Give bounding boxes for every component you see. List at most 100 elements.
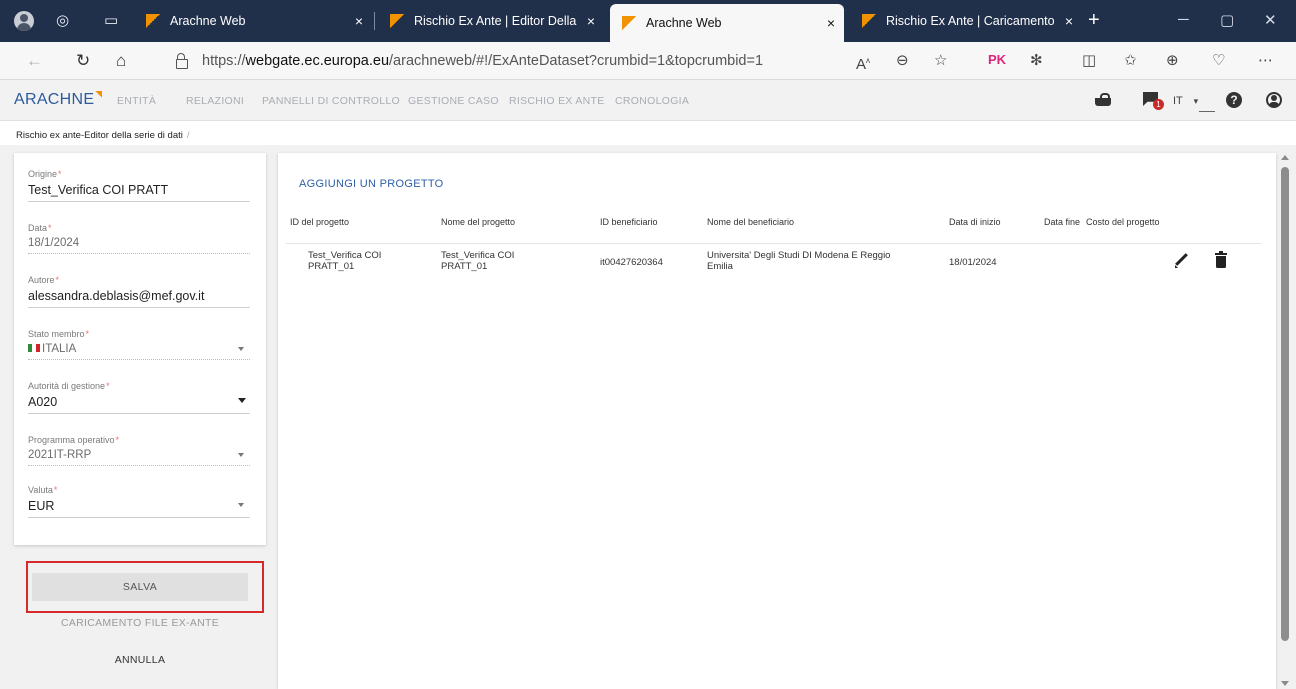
scrollbar-thumb[interactable] bbox=[1281, 167, 1289, 641]
origin-input[interactable]: Test_Verifica COI PRATT bbox=[28, 183, 250, 202]
address-bar: ← ↻ ⌂ https://webgate.ec.europa.eu/arach… bbox=[0, 42, 1296, 80]
tab-title: Arachne Web bbox=[170, 14, 246, 28]
edit-pencil-icon[interactable] bbox=[1174, 254, 1188, 268]
origin-field[interactable]: Origine* Test_Verifica COI PRATT bbox=[28, 169, 250, 202]
author-input[interactable]: alessandra.deblasis@mef.gov.it bbox=[28, 289, 250, 308]
currency-field[interactable]: Valuta* EUR bbox=[28, 485, 250, 518]
home-icon[interactable]: ⌂ bbox=[116, 51, 126, 71]
member-state-value: ITALIA bbox=[42, 343, 77, 355]
projects-card: AGGIUNGI UN PROGETTO ID del progetto Nom… bbox=[278, 153, 1276, 689]
date-input[interactable]: 18/1/2024 bbox=[28, 237, 250, 254]
author-label: Autore* bbox=[28, 275, 60, 285]
window-close-icon[interactable]: ✕ bbox=[1264, 11, 1277, 29]
author-field[interactable]: Autore* alessandra.deblasis@mef.gov.it bbox=[28, 275, 250, 308]
member-state-label: Stato membro* bbox=[28, 329, 90, 339]
split-screen-icon[interactable]: ◫ bbox=[1082, 51, 1096, 71]
save-button[interactable]: SALVA bbox=[32, 573, 248, 601]
currency-select[interactable]: EUR bbox=[28, 499, 250, 518]
add-project-button[interactable]: AGGIUNGI UN PROGETTO bbox=[299, 178, 444, 190]
menu-pannelli-di-controllo[interactable]: PANNELLI DI CONTROLLO bbox=[262, 95, 400, 107]
menu-gestione-caso[interactable]: GESTIONE CASO bbox=[408, 95, 499, 107]
managing-authority-select[interactable]: A020 bbox=[28, 395, 250, 414]
program-field[interactable]: Programma operativo* 2021IT-RRP bbox=[28, 435, 250, 466]
member-state-select[interactable]: ITALIA bbox=[28, 343, 250, 360]
profile-avatar-icon[interactable] bbox=[14, 11, 34, 31]
tab-rischio-caricamento[interactable]: Rischio Ex Ante | Caricamento F × bbox=[850, 6, 1082, 36]
tab-close-icon[interactable]: × bbox=[578, 13, 604, 29]
menu-rischio-ex-ante[interactable]: RISCHIO EX ANTE bbox=[509, 95, 605, 107]
arachne-favicon-icon bbox=[146, 14, 160, 28]
column-header-project-cost[interactable]: Costo del progetto bbox=[1086, 217, 1160, 227]
tab-rischio-editor[interactable]: Rischio Ex Ante | Editor Della Se × bbox=[378, 6, 604, 36]
breadcrumb: Rischio ex ante-Editor della serie di da… bbox=[16, 130, 190, 141]
member-state-field[interactable]: Stato membro* ITALIA bbox=[28, 329, 250, 360]
app-header: ARACHNE ENTITÀ RELAZIONI PANNELLI DI CON… bbox=[0, 80, 1296, 121]
cancel-button[interactable]: ANNULLA bbox=[14, 654, 266, 666]
breadcrumb-current[interactable]: Rischio ex ante-Editor della serie di da… bbox=[16, 130, 183, 141]
logo-tick-icon bbox=[95, 91, 103, 98]
url-host: webgate.ec.europa.eu bbox=[245, 53, 390, 69]
date-field[interactable]: Data* 18/1/2024 bbox=[28, 223, 250, 254]
form-actions: SALVA CARICAMENTO FILE EX-ANTE ANNULLA bbox=[14, 556, 266, 689]
menu-relazioni[interactable]: RELAZIONI bbox=[186, 95, 244, 107]
language-select[interactable]: IT ▾ bbox=[1173, 95, 1216, 112]
refresh-icon[interactable]: ↻ bbox=[76, 51, 90, 71]
managing-authority-field[interactable]: Autorità di gestione* A020 bbox=[28, 381, 250, 414]
upload-ex-ante-file-button[interactable]: CARICAMENTO FILE EX-ANTE bbox=[14, 617, 266, 629]
url-path: /arachneweb/#!/ExAnteDataset?crumbid=1&t… bbox=[389, 53, 764, 69]
origin-label: Origine* bbox=[28, 169, 62, 179]
url-text: https://webgate.ec.europa.eu/arachneweb/… bbox=[202, 53, 763, 69]
tab-arachne-web-1[interactable]: Arachne Web × bbox=[134, 6, 372, 36]
menu-entita[interactable]: ENTITÀ bbox=[117, 95, 156, 107]
url-field[interactable]: https://webgate.ec.europa.eu/arachneweb/… bbox=[156, 47, 860, 75]
column-header-beneficiary-name[interactable]: Nome del beneficiario bbox=[707, 217, 794, 227]
url-prefix: https:// bbox=[202, 53, 246, 69]
column-header-start-date[interactable]: Data di inizio bbox=[949, 217, 1001, 227]
menu-cronologia[interactable]: CRONOLOGIA bbox=[615, 95, 689, 107]
program-value: 2021IT-RRP bbox=[28, 449, 92, 461]
cell-project-name: Test_Verifica COI PRATT_01 bbox=[441, 250, 515, 272]
new-tab-button[interactable]: + bbox=[1088, 10, 1100, 30]
scroll-up-arrow-icon[interactable] bbox=[1281, 155, 1289, 160]
browser-tab-strip: ◎ ▭ Arachne Web × Rischio Ex Ante | Edit… bbox=[0, 0, 1296, 42]
chevron-down-icon: ▾ bbox=[1193, 96, 1199, 106]
back-icon[interactable]: ← bbox=[26, 51, 43, 71]
favorite-star-icon[interactable]: ☆ bbox=[934, 51, 947, 71]
tab-actions-icon[interactable]: ▭ bbox=[104, 12, 118, 30]
vertical-scrollbar[interactable] bbox=[1279, 153, 1291, 689]
column-header-project-name[interactable]: Nome del progetto bbox=[441, 217, 515, 227]
tab-close-icon[interactable]: × bbox=[818, 15, 844, 31]
column-header-beneficiary-id[interactable]: ID beneficiario bbox=[600, 217, 658, 227]
chevron-down-icon bbox=[238, 503, 244, 507]
program-select[interactable]: 2021IT-RRP bbox=[28, 449, 250, 466]
more-icon[interactable]: ⋯ bbox=[1258, 51, 1273, 71]
column-header-project-id[interactable]: ID del progetto bbox=[290, 217, 349, 227]
extensions-icon[interactable]: ✻ bbox=[1030, 51, 1043, 71]
collections-icon[interactable]: ⊕ bbox=[1166, 51, 1179, 71]
help-icon[interactable]: ? bbox=[1226, 92, 1242, 108]
tab-close-icon[interactable]: × bbox=[346, 13, 372, 29]
scroll-down-arrow-icon[interactable] bbox=[1281, 681, 1289, 686]
currency-label: Valuta* bbox=[28, 485, 58, 495]
health-icon[interactable]: ♡ bbox=[1212, 51, 1225, 71]
zoom-icon[interactable]: ⊖ bbox=[896, 51, 909, 71]
tab-title: Rischio Ex Ante | Editor Della Se bbox=[414, 14, 578, 28]
column-header-end-date[interactable]: Data fine bbox=[1044, 217, 1080, 227]
tab-close-icon[interactable]: × bbox=[1056, 13, 1082, 29]
tab-title: Arachne Web bbox=[646, 16, 722, 30]
favorites-icon[interactable]: ✩ bbox=[1124, 51, 1137, 71]
logo-text: ARACHNE bbox=[14, 91, 95, 108]
minimize-icon[interactable]: ─ bbox=[1178, 11, 1189, 28]
user-account-icon[interactable] bbox=[1266, 92, 1282, 108]
currency-value: EUR bbox=[28, 499, 55, 513]
profile-badge[interactable]: PK bbox=[988, 52, 1006, 67]
lock-icon[interactable] bbox=[176, 53, 188, 69]
delete-trash-icon[interactable] bbox=[1215, 251, 1227, 268]
tab-arachne-web-active[interactable]: Arachne Web × bbox=[610, 4, 844, 42]
maximize-icon[interactable]: ▢ bbox=[1220, 11, 1234, 29]
basket-icon[interactable] bbox=[1095, 93, 1111, 106]
cell-beneficiary-id: it00427620364 bbox=[600, 257, 663, 268]
workspaces-icon[interactable]: ◎ bbox=[56, 12, 69, 30]
read-aloud-icon[interactable]: Aʌ bbox=[856, 51, 870, 75]
arachne-logo[interactable]: ARACHNE bbox=[14, 91, 103, 109]
